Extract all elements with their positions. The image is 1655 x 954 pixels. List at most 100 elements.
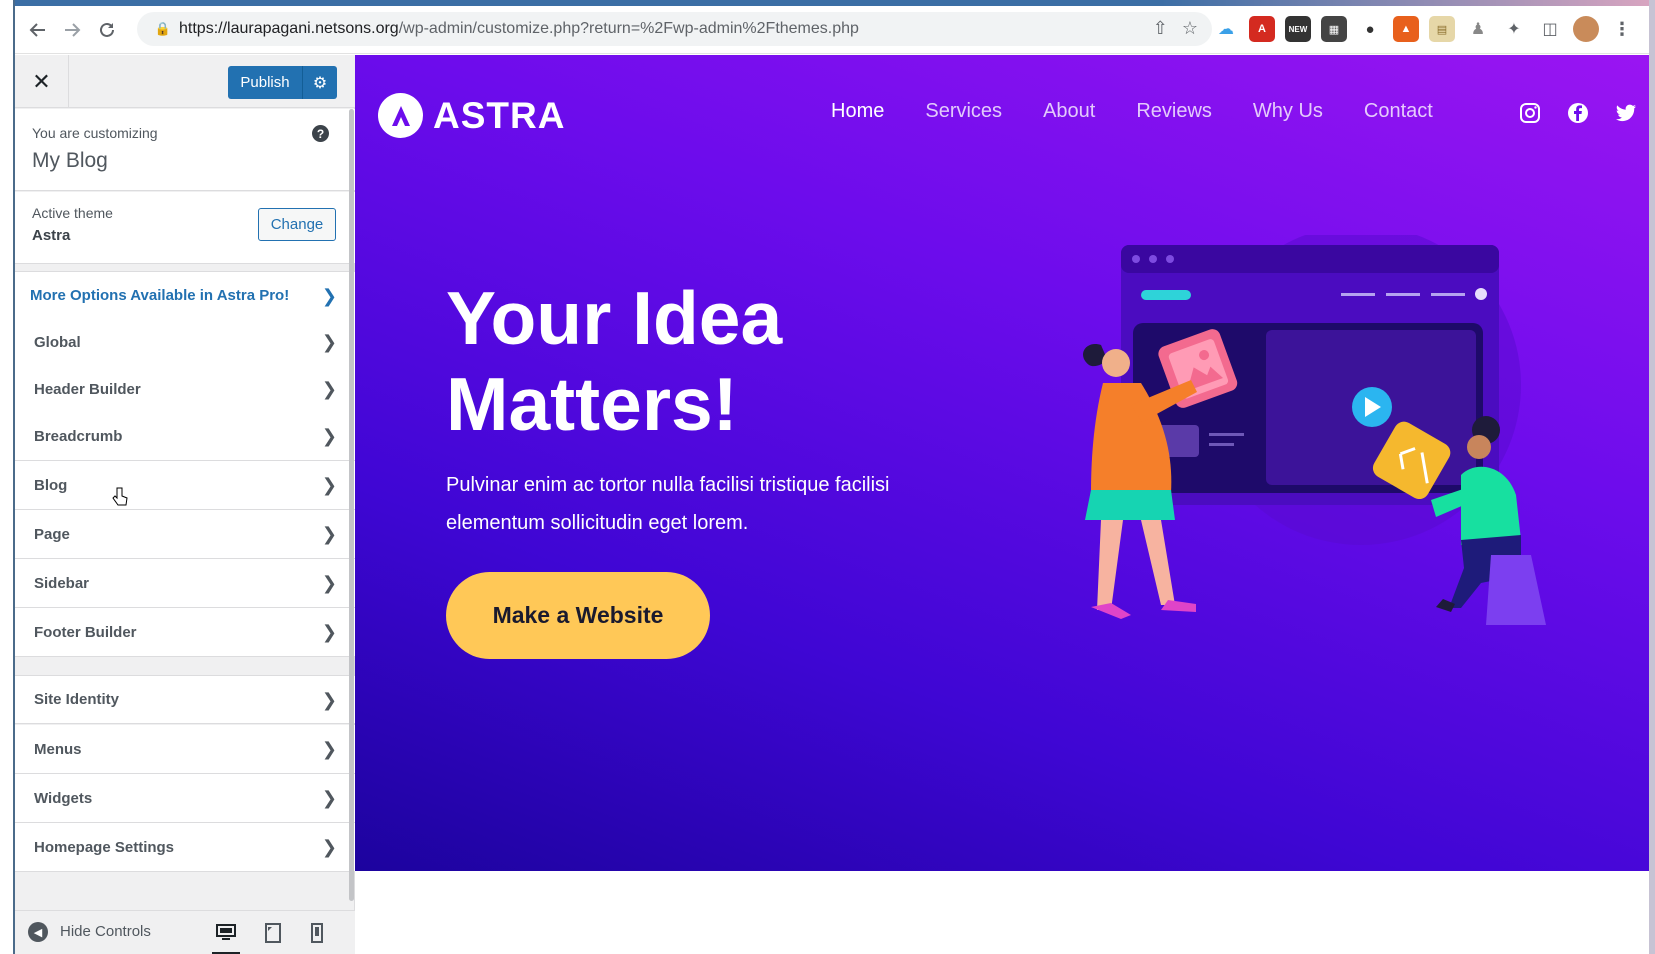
section-site-identity[interactable]: Site Identity ❯ (15, 675, 355, 724)
customizer-sidebar: ✕ Publish ⚙ You are customizing My Blog … (15, 55, 355, 954)
address-bar[interactable]: 🔒 https://laurapagani.netsons.org/wp-adm… (137, 12, 1212, 46)
site-preview: ASTRA Home Services About Reviews Why Us… (355, 55, 1649, 954)
hero-section: ASTRA Home Services About Reviews Why Us… (355, 55, 1649, 871)
forward-icon[interactable] (55, 13, 89, 47)
section-label: Global (34, 333, 81, 351)
window-left-edge (0, 0, 15, 954)
site-title: My Blog (32, 149, 108, 172)
section-label: Breadcrumb (34, 427, 123, 445)
puzzle-icon[interactable]: ✦ (1501, 16, 1527, 42)
star-icon[interactable]: ☆ (1182, 18, 1198, 39)
nav-why-us[interactable]: Why Us (1253, 100, 1323, 123)
publish-group: Publish ⚙ (228, 66, 337, 99)
nav-home[interactable]: Home (831, 100, 884, 123)
back-icon[interactable] (21, 13, 55, 47)
active-theme-name: Astra (32, 227, 71, 244)
section-header-builder[interactable]: Header Builder ❯ (15, 365, 355, 414)
lock-icon: 🔒 (154, 21, 172, 36)
glasses-extension-icon[interactable]: ● (1357, 16, 1383, 42)
share-icon[interactable]: ⇧ (1153, 18, 1168, 39)
tablet-preview-icon[interactable] (259, 920, 287, 946)
chevron-right-icon: ❯ (321, 332, 337, 352)
hide-controls-button[interactable]: Hide Controls (60, 923, 151, 940)
chevron-right-icon: ❯ (321, 426, 337, 446)
astra-pro-link[interactable]: More Options Available in Astra Pro! ❯ (15, 271, 355, 320)
nav-contact[interactable]: Contact (1364, 100, 1433, 123)
nav-services[interactable]: Services (925, 100, 1002, 123)
section-global[interactable]: Global ❯ (15, 318, 355, 367)
chevron-right-icon: ❯ (321, 690, 337, 710)
section-label: Footer Builder (34, 623, 137, 641)
notes-extension-icon[interactable]: ▤ (1429, 16, 1455, 42)
nav-about[interactable]: About (1043, 100, 1095, 123)
reload-icon[interactable] (90, 13, 124, 47)
chevron-right-icon: ❯ (321, 379, 337, 399)
menu-dots-icon[interactable]: ⋮ (1609, 16, 1635, 42)
sidepanel-icon[interactable]: ◫ (1537, 16, 1563, 42)
section-label: Site Identity (34, 691, 120, 708)
change-theme-button[interactable]: Change (258, 208, 336, 241)
grid-extension-icon[interactable]: ▦ (1321, 16, 1347, 42)
section-label: Header Builder (34, 380, 141, 398)
astra-logo-icon[interactable] (378, 93, 423, 138)
section-page[interactable]: Page ❯ (15, 510, 355, 559)
chevron-right-icon: ❯ (321, 524, 337, 544)
facebook-icon[interactable] (1566, 101, 1590, 125)
avatar[interactable] (1573, 16, 1599, 42)
lock-extension-icon[interactable]: ▲ (1393, 16, 1419, 42)
section-widgets[interactable]: Widgets ❯ (15, 774, 355, 823)
hero-subtitle: Pulvinar enim ac tortor nulla facilisi t… (446, 474, 890, 534)
chevron-right-icon: ❯ (321, 788, 337, 808)
publish-button[interactable]: Publish (228, 66, 302, 99)
hero-illustration (1082, 235, 1546, 625)
section-label: Page (34, 525, 70, 543)
customizing-label: You are customizing (32, 125, 158, 141)
url-host: https://laurapagani.netsons.org (179, 20, 399, 37)
pdf-extension-icon[interactable]: A (1249, 16, 1275, 42)
section-footer-builder[interactable]: Footer Builder ❯ (15, 608, 355, 657)
astra-pro-label: More Options Available in Astra Pro! (30, 287, 290, 304)
browser-toolbar: 🔒 https://laurapagani.netsons.org/wp-adm… (15, 6, 1649, 54)
hero-title: Your Idea Matters! (446, 276, 783, 446)
section-sidebar[interactable]: Sidebar ❯ (15, 559, 355, 608)
url-text: https://laurapagani.netsons.org/wp-admin… (179, 20, 859, 38)
active-theme-label: Active theme (32, 205, 113, 221)
desktop-preview-icon[interactable] (212, 920, 240, 954)
help-icon[interactable]: ? (312, 125, 329, 142)
site-logo-text[interactable]: ASTRA (433, 95, 565, 137)
make-website-button[interactable]: Make a Website (446, 572, 710, 659)
chevron-right-icon: ❯ (321, 837, 337, 857)
section-label: Sidebar (34, 574, 90, 592)
news-extension-icon[interactable]: NEW (1285, 16, 1311, 42)
url-path: /wp-admin/customize.php?return=%2Fwp-adm… (398, 20, 859, 37)
address-actions: ⇧ ☆ (1153, 18, 1198, 39)
mobile-preview-icon[interactable] (303, 920, 331, 946)
chevron-right-icon: ❯ (321, 622, 337, 642)
instagram-icon[interactable] (1518, 101, 1542, 125)
section-menus[interactable]: Menus ❯ (15, 725, 355, 774)
app-window: 🔒 https://laurapagani.netsons.org/wp-adm… (0, 0, 1655, 954)
collapse-arrow-icon[interactable]: ◀ (28, 922, 48, 942)
section-label: Blog (34, 476, 68, 494)
section-homepage-settings[interactable]: Homepage Settings ❯ (15, 823, 355, 872)
publish-settings-gear-icon[interactable]: ⚙ (302, 66, 337, 99)
customizer-header: ✕ Publish ⚙ (15, 55, 355, 108)
close-icon[interactable]: ✕ (15, 55, 69, 108)
person-extension-icon[interactable]: ♟ (1465, 16, 1491, 42)
section-label: Menus (34, 740, 82, 758)
section-breadcrumb[interactable]: Breadcrumb ❯ (15, 412, 355, 461)
cloud-extension-icon[interactable]: ☁ (1213, 16, 1239, 42)
hand-cursor-icon (112, 487, 128, 506)
section-blog[interactable]: Blog ❯ (15, 461, 355, 510)
section-label: Homepage Settings (34, 838, 175, 856)
nav-reviews[interactable]: Reviews (1136, 100, 1212, 123)
chevron-right-icon: ❯ (321, 475, 337, 495)
chevron-right-icon: ❯ (321, 573, 337, 593)
section-label: Widgets (34, 789, 93, 807)
site-navigation: Home Services About Reviews Why Us Conta… (831, 100, 1474, 123)
sidebar-scrollbar[interactable] (349, 109, 354, 901)
window-right-edge (1649, 0, 1655, 954)
chevron-right-icon: ❯ (321, 739, 337, 759)
twitter-icon[interactable] (1614, 101, 1638, 125)
customizer-footer: ◀ Hide Controls (15, 910, 355, 954)
